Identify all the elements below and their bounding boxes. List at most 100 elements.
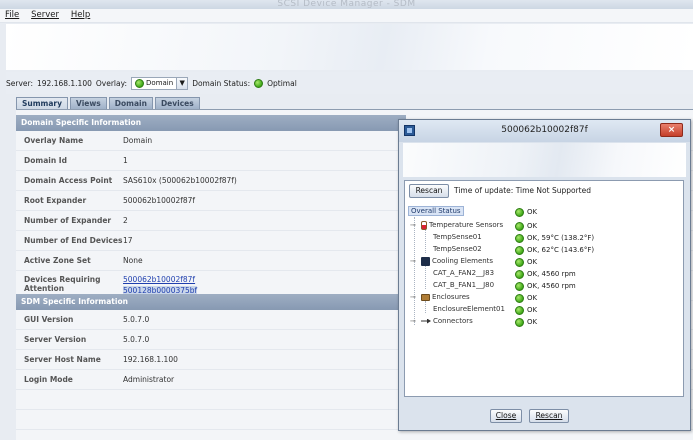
row-value: 1 — [123, 156, 128, 165]
status-ok-icon — [515, 269, 524, 279]
server-label: Server: — [6, 78, 33, 88]
tree-node-label: Enclosures — [432, 293, 470, 301]
tab-devices[interactable]: Devices — [154, 97, 200, 109]
tree-node-label: EnclosureElement01 — [433, 305, 505, 313]
tree-node[interactable]: TempSense01 OK, 59°C (138.2°F) — [405, 231, 683, 243]
tree-node-label: TempSense01 — [433, 233, 482, 241]
tree-node[interactable]: TempSense02 OK, 62°C (143.6°F) — [405, 243, 683, 255]
window-titlebar: SCSI Device Manager - SDM — [0, 0, 693, 9]
tab-views[interactable]: Views — [70, 97, 107, 109]
tree-node-label: CAT_A_FAN2__J83 — [433, 269, 495, 277]
connector-icon — [421, 318, 431, 324]
tree-node[interactable]: ⊸ Temperature Sensors OK — [405, 219, 683, 231]
status-ok-icon — [515, 245, 524, 255]
row-value: Domain — [123, 136, 153, 145]
status-ok-icon — [515, 281, 524, 291]
rescan-button[interactable]: Rescan — [529, 409, 569, 423]
row-key: Active Zone Set — [24, 256, 91, 265]
status-ok-icon — [254, 78, 264, 88]
dialog-banner — [403, 143, 686, 177]
row-key: Domain Id — [24, 156, 67, 165]
status-ok-icon — [515, 317, 524, 327]
tab-bar: Summary Views Domain Devices — [16, 97, 200, 109]
row-key: Server Host Name — [24, 355, 101, 364]
tab-domain[interactable]: Domain — [108, 97, 153, 109]
tree-status: OK — [527, 318, 538, 326]
header-banner — [6, 24, 693, 70]
tree-node[interactable]: ⊸ Cooling Elements OK — [405, 255, 683, 267]
tree-node-label: Cooling Elements — [432, 257, 494, 265]
status-ok-icon — [515, 221, 524, 231]
menu-server[interactable]: Server — [26, 9, 63, 20]
tree-node[interactable]: ⊸ Enclosures OK — [405, 291, 683, 303]
update-time-text: Time of update: Time Not Supported — [454, 186, 591, 195]
chevron-down-icon[interactable]: ▼ — [176, 77, 188, 89]
domain-status-label: Domain Status: — [192, 78, 251, 88]
expand-icon[interactable]: ⊸ — [410, 315, 416, 327]
fan-icon — [421, 256, 430, 266]
device-status-dialog: 500062b10002f87f × Rescan Time of update… — [398, 119, 691, 431]
tree-node[interactable]: CAT_A_FAN2__J83 OK, 4560 rpm — [405, 267, 683, 279]
row-value: 5.0.7.0 — [123, 315, 150, 324]
row-value: 500062b10002f87f — [123, 196, 196, 205]
menu-file[interactable]: File — [0, 9, 23, 20]
row-key: Root Expander — [24, 196, 87, 205]
menu-bar: File Server Help — [0, 9, 693, 23]
row-key: Server Version — [24, 335, 87, 344]
row-value: Administrator — [123, 375, 175, 384]
overlay-select-value: Domain — [146, 79, 174, 87]
tree-status: OK — [527, 208, 538, 216]
enclosure-icon — [421, 293, 430, 301]
expand-icon[interactable]: ⊸ — [410, 255, 416, 267]
tree-node[interactable]: EnclosureElement01 OK — [405, 303, 683, 315]
row-key: GUI Version — [24, 315, 74, 324]
status-tree-panel: Rescan Time of update: Time Not Supporte… — [404, 180, 684, 397]
tree-node-label: TempSense02 — [433, 245, 482, 253]
status-ok-icon — [515, 257, 524, 267]
tree-node[interactable]: ⊸ Connectors OK — [405, 315, 683, 327]
tree-node-label: CAT_B_FAN1__J80 — [433, 281, 495, 289]
row-key: Number of End Devices — [24, 236, 123, 245]
dialog-footer: Close Rescan — [404, 401, 684, 429]
row-value: 5.0.7.0 — [123, 335, 150, 344]
dialog-titlebar[interactable]: 500062b10002f87f × — [399, 120, 690, 142]
row-key: Login Mode — [24, 375, 73, 384]
tree-root-row: OK — [405, 205, 683, 217]
rescan-top-button[interactable]: Rescan — [409, 184, 449, 198]
status-ok-icon — [515, 293, 524, 303]
status-ok-icon — [515, 233, 524, 243]
row-key: Number of Expander — [24, 216, 112, 225]
device-links: 500062b10002f87f 500128b0000375bf — [123, 275, 198, 295]
row-key: Domain Access Point — [24, 176, 113, 185]
row-value: 17 — [123, 236, 133, 245]
overlay-select[interactable]: Domain ▼ — [131, 76, 189, 90]
sdm-section-header: SDM Specific Information — [16, 294, 406, 310]
close-button[interactable]: Close — [490, 409, 522, 423]
tree-node-label: Connectors — [433, 317, 473, 325]
overlay-label: Overlay: — [95, 78, 128, 88]
close-icon[interactable]: × — [660, 123, 683, 137]
dialog-title: 500062b10002f87f — [501, 125, 588, 135]
server-bar: Server: 192.168.1.100 Overlay: Domain ▼ … — [6, 72, 693, 94]
tree-node-label: Temperature Sensors — [429, 221, 504, 229]
menu-help[interactable]: Help — [66, 9, 94, 20]
tree-node[interactable]: CAT_B_FAN1__J80 OK, 4560 rpm — [405, 279, 683, 291]
row-key: Overlay Name — [24, 136, 84, 145]
row-value: None — [123, 256, 143, 265]
status-ok-icon — [515, 305, 524, 315]
row-value: 192.168.1.100 — [123, 355, 178, 364]
expand-icon[interactable]: ⊸ — [410, 291, 416, 303]
thermometer-icon — [421, 220, 427, 230]
status-ok-icon — [135, 78, 145, 88]
row-value: 2 — [123, 216, 128, 225]
server-value: 192.168.1.100 — [37, 78, 92, 88]
status-ok-icon — [515, 207, 524, 217]
domain-section-header: Domain Specific Information — [16, 115, 406, 131]
row-key: Devices Requiring Attention — [24, 275, 101, 293]
device-link[interactable]: 500062b10002f87f — [123, 275, 197, 284]
row-value: SAS610x (500062b10002f87f) — [123, 176, 237, 185]
tab-summary[interactable]: Summary — [16, 97, 69, 109]
expand-icon[interactable]: ⊸ — [410, 219, 416, 231]
domain-status-value: Optimal — [267, 78, 297, 88]
window-title: SCSI Device Manager - SDM — [277, 0, 416, 9]
